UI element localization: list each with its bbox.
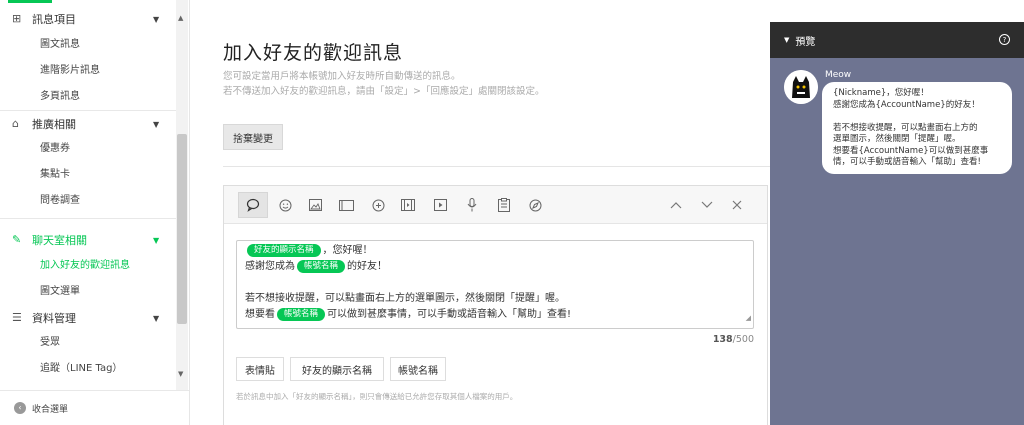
sidebar-item-reward-card[interactable]: 集點卡 xyxy=(40,166,70,184)
divider xyxy=(0,110,176,111)
message-line: 好友的顯示名稱 ，您好喔！ xyxy=(245,243,745,259)
sidebar-item-survey[interactable]: 問卷調查 xyxy=(40,192,80,210)
message-text: 感謝您成為 xyxy=(245,261,295,272)
sidebar-section-promotion[interactable]: ⌂ 推廣相關 ▼ xyxy=(0,113,176,135)
resize-handle-icon[interactable]: ◢ xyxy=(746,310,751,326)
plus-square-icon: ⊞ xyxy=(12,12,22,25)
sidebar-item-audience[interactable]: 受眾 xyxy=(40,334,60,352)
sidebar-item-coupon[interactable]: 優惠券 xyxy=(40,140,70,158)
text-bubble-icon[interactable] xyxy=(238,192,268,218)
message-text: 想要看 xyxy=(245,309,275,320)
chevron-down-icon[interactable] xyxy=(696,194,718,216)
coupon-icon[interactable] xyxy=(493,194,515,216)
emoji-icon[interactable] xyxy=(274,194,296,216)
sidebar-section-chat[interactable]: ✎ 聊天室相關 ▼ xyxy=(0,229,176,251)
sidebar: ⊞ 訊息項目 ▼ 圖文訊息 進階影片訊息 多頁訊息 ⌂ 推廣相關 ▼ 優惠券 集… xyxy=(0,0,190,425)
card-icon[interactable] xyxy=(335,194,357,216)
scroll-up-icon[interactable]: ▲ xyxy=(178,14,183,22)
video-card-icon[interactable] xyxy=(397,194,419,216)
insert-friend-name-button[interactable]: 好友的顯示名稱 xyxy=(290,357,384,381)
collapse-menu-label: 收合選單 xyxy=(32,404,69,415)
sidebar-section-label: 資料管理 xyxy=(32,312,76,325)
description-line: 您可設定當用戶將本帳號加入好友時所自動傳送的訊息。 xyxy=(223,71,461,82)
chevron-left-icon: ‹ xyxy=(14,402,26,414)
avatar xyxy=(784,70,818,104)
character-counter: 138/500 xyxy=(704,334,754,345)
caret-down-icon: ▼ xyxy=(153,14,160,24)
sidebar-item-video-message[interactable]: 進階影片訊息 xyxy=(40,62,100,80)
page-description: 您可設定當用戶將本帳號加入好友時所自動傳送的訊息。 若不傳送加入好友的歡迎訊息，… xyxy=(223,69,544,99)
sidebar-section-data[interactable]: ☰ 資料管理 ▼ xyxy=(0,307,176,329)
preview-panel: ▼ 預覽 ? Meow {Nickname}，您好喔！ 感謝您成為{Accoun… xyxy=(770,22,1024,425)
compass-icon[interactable] xyxy=(524,194,546,216)
caret-down-icon: ▼ xyxy=(153,235,160,245)
play-icon[interactable] xyxy=(429,194,451,216)
message-line: 想要看 帳號名稱 可以做到甚麼事情，可以手動或語音輸入「幫助」查看! xyxy=(245,307,745,323)
caret-down-icon: ▼ xyxy=(153,119,160,129)
help-icon[interactable]: ? xyxy=(999,34,1010,45)
editor-toolbar xyxy=(224,186,767,224)
message-text: ，您好喔！ xyxy=(322,245,373,256)
message-line: 若不想接收提醒，可以點畫面右上方的選單圖示，然後關閉「提醒」喔。 xyxy=(245,293,565,304)
description-line: 若不傳送加入好友的歡迎訊息，請由「設定」>「回應設定」處關閉該設定。 xyxy=(223,86,545,97)
sidebar-item-greeting-message[interactable]: 加入好友的歡迎訊息 xyxy=(40,257,130,275)
preview-line: 選單圖示，然後關閉「提醒」喔。 xyxy=(833,134,961,144)
message-editor: 好友的顯示名稱 ，您好喔！ 感謝您成為 帳號名稱 的好友！ 若不想接收提醒，可以點畫面… xyxy=(223,185,768,425)
insert-account-name-button[interactable]: 帳號名稱 xyxy=(390,357,446,381)
account-name-tag[interactable]: 帳號名稱 xyxy=(297,259,346,273)
sidebar-menu: ⊞ 訊息項目 ▼ 圖文訊息 進階影片訊息 多頁訊息 ⌂ 推廣相關 ▼ 優惠券 集… xyxy=(0,0,176,390)
sidebar-section-messages[interactable]: ⊞ 訊息項目 ▼ xyxy=(0,8,176,30)
preview-title: 預覽 xyxy=(795,36,816,48)
sidebar-item-line-tag[interactable]: 追蹤（LINE Tag） xyxy=(40,360,122,378)
discard-changes-button[interactable]: 捨棄變更 xyxy=(223,124,283,150)
preview-header[interactable]: ▼ 預覽 ? xyxy=(770,22,1024,58)
divider xyxy=(0,218,176,219)
image-icon[interactable] xyxy=(304,194,326,216)
chat-edit-icon: ✎ xyxy=(12,233,22,246)
divider xyxy=(223,166,770,167)
message-textarea[interactable]: 好友的顯示名稱 ，您好喔！ 感謝您成為 帳號名稱 的好友！ 若不想接收提醒，可以點畫面… xyxy=(236,240,754,329)
shop-icon: ⌂ xyxy=(12,117,19,130)
sticker-icon[interactable] xyxy=(367,194,389,216)
message-text: 可以做到甚麼事情，可以手動或語音輸入「幫助」查看! xyxy=(327,309,572,320)
caret-down-icon: ▼ xyxy=(153,313,160,323)
chevron-up-icon[interactable] xyxy=(665,194,687,216)
sidebar-item-card-message[interactable]: 多頁訊息 xyxy=(40,88,80,106)
message-line: 感謝您成為 帳號名稱 的好友！ xyxy=(245,259,745,275)
insert-emoji-button[interactable]: 表情貼 xyxy=(236,357,284,381)
sidebar-scrollbar[interactable]: ▲ ▼ xyxy=(176,0,188,390)
preview-line: 若不想接收提醒，可以點畫面右上方的 xyxy=(833,122,978,133)
sender-name: Meow xyxy=(825,70,852,80)
page-title: 加入好友的歡迎訊息 xyxy=(223,42,404,64)
collapse-menu-button[interactable]: ‹ 收合選單 xyxy=(0,390,189,425)
character-limit: /500 xyxy=(732,334,754,345)
sidebar-item-rich-message[interactable]: 圖文訊息 xyxy=(40,36,80,54)
sidebar-section-label: 訊息項目 xyxy=(32,13,76,26)
active-indicator xyxy=(8,0,52,3)
database-icon: ☰ xyxy=(12,311,22,324)
sidebar-section-label: 聊天室相關 xyxy=(32,234,87,247)
preview-line: 感謝您成為{AccountName}的好友！ xyxy=(833,99,980,110)
preview-line: 情，可以手動或語音輸入「幫助」查看! xyxy=(833,157,981,167)
mic-icon[interactable] xyxy=(461,194,483,216)
preview-line: {Nickname}，您好喔！ xyxy=(833,88,929,98)
main-content: 加入好友的歡迎訊息 您可設定當用戶將本帳號加入好友時所自動傳送的訊息。 若不傳送… xyxy=(190,0,770,425)
scrollbar-thumb[interactable] xyxy=(177,134,187,324)
hint-text: 若於訊息中加入「好友的顯示名稱」，則只會傳送給已允許您存取其個人檔案的用戶。 xyxy=(236,392,518,401)
sidebar-section-label: 推廣相關 xyxy=(32,118,76,131)
sidebar-item-rich-menu[interactable]: 圖文選單 xyxy=(40,283,80,301)
friend-name-tag[interactable]: 好友的顯示名稱 xyxy=(247,243,321,257)
scroll-down-icon[interactable]: ▼ xyxy=(178,370,183,378)
preview-message-bubble: {Nickname}，您好喔！ 感謝您成為{AccountName}的好友！ 若… xyxy=(822,82,1012,174)
character-count: 138 xyxy=(712,334,733,345)
account-name-tag[interactable]: 帳號名稱 xyxy=(277,307,326,321)
message-text: 的好友！ xyxy=(347,261,388,272)
caret-down-icon: ▼ xyxy=(784,36,790,44)
close-icon[interactable] xyxy=(726,194,748,216)
preview-line: 想要看{AccountName}可以做到甚麼事 xyxy=(833,145,989,156)
